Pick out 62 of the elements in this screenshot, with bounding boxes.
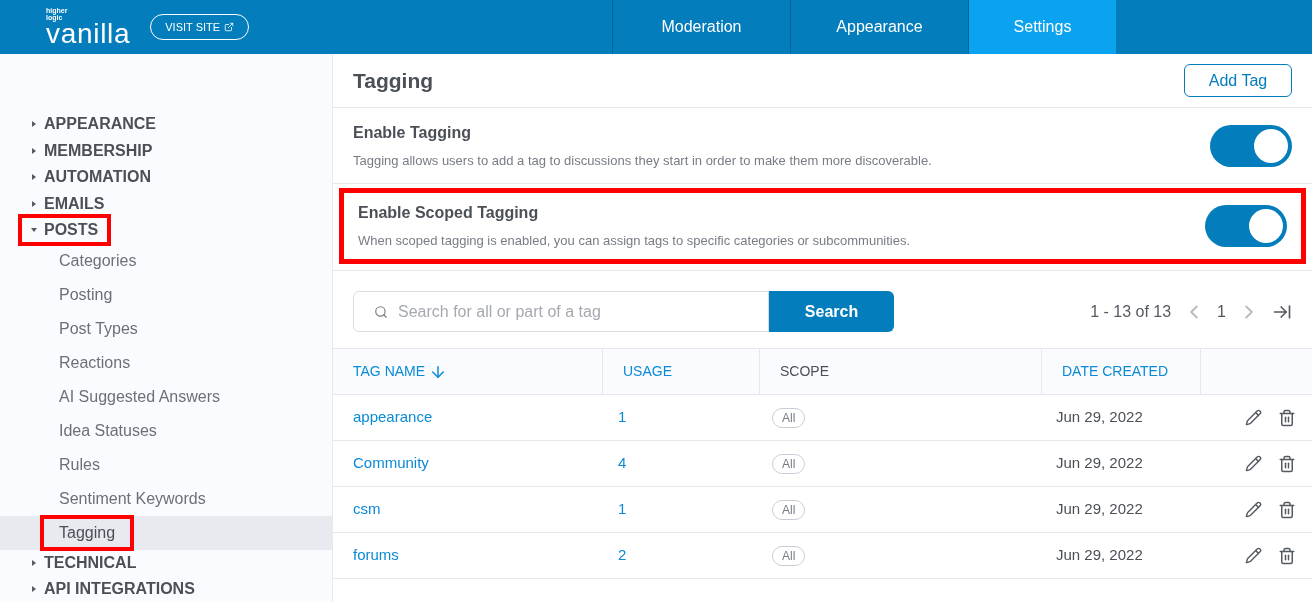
usage-link[interactable]: 2: [618, 546, 627, 564]
caret-right-icon: [31, 585, 37, 594]
delete-icon[interactable]: [1278, 408, 1296, 427]
sidebar-section[interactable]: EMAILS: [22, 191, 114, 216]
caret-right-icon: [31, 120, 37, 129]
date-created: Jun 29, 2022: [1056, 500, 1143, 518]
toggle-switch[interactable]: [1210, 124, 1292, 167]
column-header: SCOPE: [780, 362, 829, 381]
sidebar-item[interactable]: Rules: [44, 450, 115, 479]
setting-description: When scoped tagging is enabled, you can assign tags to specific categories or subcommunities.: [358, 232, 911, 251]
sidebar-section[interactable]: MEMBERSHIP: [22, 138, 162, 163]
sidebar-item[interactable]: Posting: [44, 280, 128, 309]
delete-icon[interactable]: [1278, 454, 1296, 473]
search-button[interactable]: Search: [769, 291, 894, 332]
page-title: Tagging: [353, 67, 434, 94]
sidebar-item[interactable]: Reactions: [44, 348, 146, 377]
scope-tag: All: [772, 454, 806, 475]
external-link-icon: [224, 22, 235, 32]
sidebar-item[interactable]: Idea Statuses: [44, 416, 172, 445]
date-created: Jun 29, 2022: [1056, 408, 1143, 426]
date-created: Jun 29, 2022: [1056, 546, 1143, 564]
page-number: 1: [1217, 301, 1226, 322]
sidebar-section[interactable]: AUTOMATION: [22, 165, 160, 190]
sidebar-section[interactable]: TECHNICAL: [22, 550, 146, 575]
caret-right-icon: [31, 173, 37, 182]
edit-icon[interactable]: [1245, 408, 1262, 426]
usage-link[interactable]: 1: [618, 500, 627, 518]
setting-title: Enable Scoped Tagging: [358, 203, 540, 224]
sidebar-item[interactable]: AI Suggested Answers: [44, 382, 235, 411]
search-icon: [374, 305, 388, 319]
nav-tab[interactable]: Settings: [968, 0, 1116, 54]
sidebar-section[interactable]: APPEARANCE: [22, 112, 165, 137]
tag-name-link[interactable]: forums: [353, 546, 399, 564]
usage-link[interactable]: 1: [618, 408, 627, 426]
sidebar-section[interactable]: POSTS: [22, 218, 108, 243]
edit-icon[interactable]: [1245, 454, 1262, 472]
sidebar-item[interactable]: Post Types: [44, 314, 153, 343]
toggle-switch[interactable]: [1205, 205, 1287, 247]
tag-name-link[interactable]: csm: [353, 500, 381, 518]
date-created: Jun 29, 2022: [1056, 454, 1143, 472]
caret-right-icon: [31, 558, 37, 567]
delete-icon[interactable]: [1278, 546, 1296, 565]
pagination-range: 1 - 13 of 13: [1090, 301, 1172, 322]
column-header[interactable]: TAG NAME: [353, 361, 448, 382]
column-header[interactable]: USAGE: [623, 361, 672, 382]
edit-icon[interactable]: [1245, 546, 1262, 564]
edit-icon[interactable]: [1245, 500, 1262, 518]
search-field[interactable]: Search for all or part of a tag: [353, 291, 769, 332]
sidebar-item[interactable]: Categories: [44, 246, 152, 275]
caret-right-icon: [31, 146, 37, 155]
sidebar-section[interactable]: API INTEGRATIONS: [22, 577, 204, 602]
delete-icon[interactable]: [1278, 500, 1296, 519]
setting-description: Tagging allows users to add a tag to discussions they start in order to make them more discoverable.: [353, 151, 932, 170]
caret-right-icon: [31, 199, 37, 208]
setting-title: Enable Tagging: [353, 122, 472, 143]
tag-name-link[interactable]: Community: [353, 454, 429, 472]
tag-name-link[interactable]: appearance: [353, 408, 433, 426]
nav-tab[interactable]: Moderation: [612, 0, 790, 54]
sidebar-item[interactable]: Sentiment Keywords: [44, 484, 221, 513]
column-header[interactable]: DATE CREATED: [1062, 361, 1169, 382]
add-tag-button[interactable]: Add Tag: [1184, 64, 1292, 97]
usage-link[interactable]: 4: [618, 454, 627, 472]
